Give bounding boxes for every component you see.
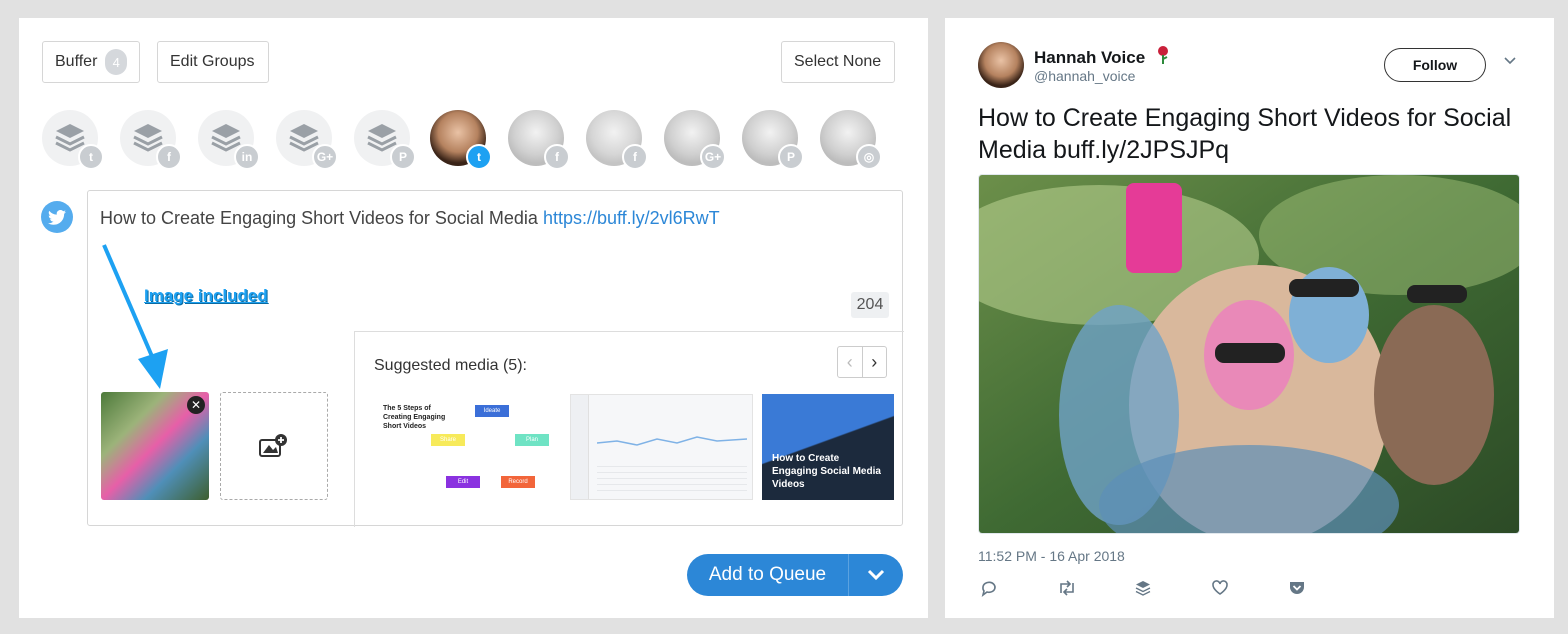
suggested-media-nav: ‹ ›: [837, 346, 887, 378]
profile-group-pinterest[interactable]: P: [354, 110, 416, 170]
step-ideate: Ideate: [475, 405, 509, 417]
buffer-button[interactable]: Buffer 4: [42, 41, 140, 83]
twitter-icon: t: [466, 144, 492, 170]
pinterest-icon: P: [390, 144, 416, 170]
step-share: Share: [431, 434, 465, 446]
profile-group-twitter[interactable]: t: [42, 110, 104, 170]
suggested-media-item[interactable]: The 5 Steps of Creating Engaging Short V…: [374, 394, 557, 500]
add-image-icon: [259, 434, 287, 457]
linkedin-icon: in: [234, 144, 260, 170]
tweet-timestamp[interactable]: 11:52 PM - 16 Apr 2018: [978, 548, 1125, 564]
suggested-media-title: Suggested media (5):: [374, 357, 527, 374]
pocket-icon[interactable]: [1288, 579, 1365, 602]
tweet-text: How to Create Engaging Short Videos for …: [978, 102, 1538, 166]
suggested-media-item[interactable]: How to Create Engaging Social Media Vide…: [762, 394, 894, 500]
instagram-icon: ◎: [856, 144, 882, 170]
profile-group-google-plus[interactable]: G+: [276, 110, 338, 170]
step-record: Record: [501, 476, 535, 488]
buffer-icon[interactable]: [1134, 579, 1211, 602]
twitter-icon: t: [78, 144, 104, 170]
queue-options-dropdown[interactable]: [849, 554, 903, 596]
tweet-author-handle[interactable]: @hannah_voice: [1034, 68, 1135, 84]
step-plan: Plan: [515, 434, 549, 446]
suggested-media-item[interactable]: [570, 394, 753, 500]
twitter-icon: [41, 201, 73, 233]
facebook-icon: f: [156, 144, 182, 170]
tweet-image[interactable]: [978, 174, 1520, 534]
profile-person-facebook[interactable]: f: [508, 110, 570, 170]
post-text[interactable]: How to Create Engaging Short Videos for …: [100, 208, 720, 229]
select-none-button[interactable]: Select None: [781, 41, 895, 83]
profile-count-badge: 4: [105, 49, 127, 75]
tweet-author-name[interactable]: Hannah Voice: [1034, 45, 1170, 68]
chevron-left-icon[interactable]: ‹: [838, 347, 863, 377]
composer-panel: Buffer 4 Edit Groups Select None t f in …: [19, 18, 928, 618]
edit-groups-button[interactable]: Edit Groups: [157, 41, 269, 83]
buffer-button-label: Buffer: [55, 53, 98, 70]
profile-person-pinterest[interactable]: P: [742, 110, 804, 170]
step-edit: Edit: [446, 476, 480, 488]
facebook-icon: f: [622, 144, 648, 170]
profile-group-linkedin[interactable]: in: [198, 110, 260, 170]
profile-person-google-plus[interactable]: G+: [664, 110, 726, 170]
avatar[interactable]: [978, 42, 1024, 88]
chevron-down-icon: [867, 569, 885, 581]
add-to-queue-button[interactable]: Add to Queue: [687, 554, 849, 596]
follow-button[interactable]: Follow: [1384, 48, 1486, 82]
profile-person-facebook-2[interactable]: f: [586, 110, 648, 170]
retweet-icon[interactable]: [1057, 579, 1134, 602]
annotation-arrow-icon: [102, 244, 168, 389]
remove-image-icon[interactable]: ✕: [187, 396, 205, 414]
profile-person-twitter-selected[interactable]: t: [430, 110, 492, 170]
tweet-link[interactable]: buff.ly/2JPSJPq: [1053, 136, 1229, 164]
add-to-queue-button-group: Add to Queue: [687, 554, 903, 596]
suggested-media-title-text: The 5 Steps of Creating Engaging Short V…: [383, 405, 446, 430]
tweet-actions: [980, 579, 1365, 602]
tweet-preview: Hannah Voice @hannah_voice Follow How to…: [945, 18, 1554, 618]
google-plus-icon: G+: [312, 144, 338, 170]
suggested-media-title-text: How to Create Engaging Social Media Vide…: [772, 453, 881, 490]
pinterest-icon: P: [778, 144, 804, 170]
post-composer[interactable]: How to Create Engaging Short Videos for …: [87, 190, 904, 527]
rose-icon: [1157, 46, 1168, 64]
add-image-button[interactable]: [220, 392, 328, 500]
attached-image-thumbnail[interactable]: ✕: [101, 392, 209, 500]
suggested-media-panel: Suggested media (5): ‹ › The 5 Steps of …: [354, 331, 904, 527]
author-name-text: Hannah Voice: [1034, 48, 1146, 67]
chevron-right-icon[interactable]: ›: [863, 347, 887, 377]
chevron-down-icon[interactable]: [1503, 56, 1517, 66]
facebook-icon: f: [544, 144, 570, 170]
character-counter: 204: [851, 292, 889, 318]
google-plus-icon: G+: [700, 144, 726, 170]
reply-icon[interactable]: [980, 579, 1057, 602]
profile-group-facebook[interactable]: f: [120, 110, 182, 170]
like-icon[interactable]: [1211, 579, 1288, 602]
profile-person-instagram[interactable]: ◎: [820, 110, 882, 170]
post-text-body: How to Create Engaging Short Videos for …: [100, 208, 538, 228]
post-link[interactable]: https://buff.ly/2vl6RwT: [543, 208, 720, 228]
